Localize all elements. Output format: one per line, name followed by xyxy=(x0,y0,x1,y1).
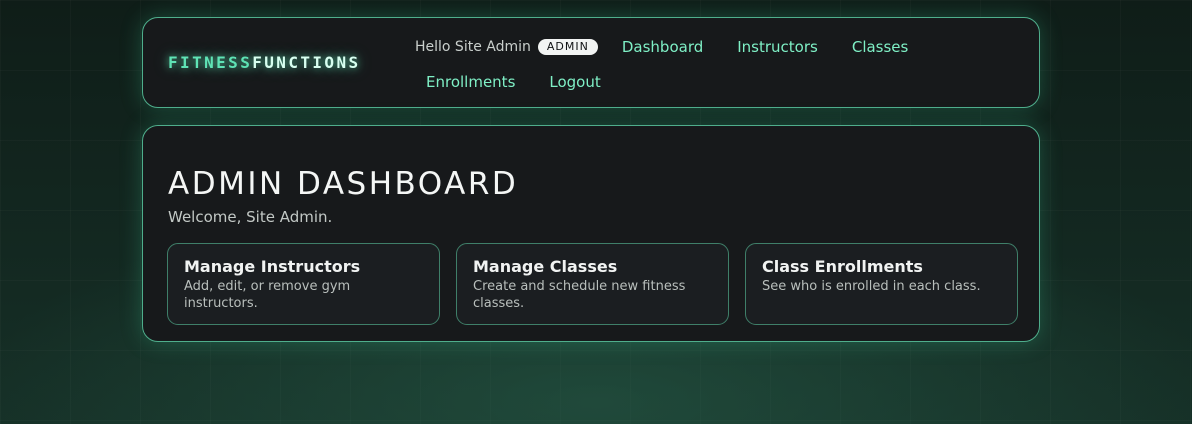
top-navbar: FITNESSFUNCTIONS Hello Site Admin ADMIN … xyxy=(142,17,1040,108)
nav-link-enrollments[interactable]: Enrollments xyxy=(426,73,515,91)
brand-logo-part2: FUNCTIONS xyxy=(252,53,361,72)
nav-link-logout[interactable]: Logout xyxy=(549,73,600,91)
page-title: ADMIN DASHBOARD xyxy=(168,166,519,202)
brand-logo[interactable]: FITNESSFUNCTIONS xyxy=(168,53,361,72)
user-greeting: Hello Site Admin xyxy=(415,39,531,55)
card-manage-instructors[interactable]: Manage Instructors Add, edit, or remove … xyxy=(167,243,440,325)
card-title: Manage Classes xyxy=(473,257,618,276)
brand-logo-part1: FITNESS xyxy=(168,53,253,72)
nav-link-classes[interactable]: Classes xyxy=(852,38,909,56)
nav-link-instructors[interactable]: Instructors xyxy=(737,38,818,56)
card-manage-classes[interactable]: Manage Classes Create and schedule new f… xyxy=(456,243,729,325)
card-title: Class Enrollments xyxy=(762,257,923,276)
role-badge: ADMIN xyxy=(537,39,598,55)
dashboard-cards: Manage Instructors Add, edit, or remove … xyxy=(167,243,1018,325)
card-title: Manage Instructors xyxy=(184,257,361,276)
card-class-enrollments[interactable]: Class Enrollments See who is enrolled in… xyxy=(745,243,1018,325)
nav-row-secondary: Enrollments Logout xyxy=(426,72,601,92)
nav-link-dashboard[interactable]: Dashboard xyxy=(622,38,703,56)
card-description: Add, edit, or remove gym instructors. xyxy=(184,279,351,311)
dashboard-panel: ADMIN DASHBOARD Welcome, Site Admin. Man… xyxy=(142,125,1040,342)
nav-row-primary: Hello Site Admin ADMIN Dashboard Instruc… xyxy=(415,37,908,57)
card-description: Create and schedule new fitness classes. xyxy=(473,279,686,311)
card-description: See who is enrolled in each class. xyxy=(762,279,981,294)
welcome-message: Welcome, Site Admin. xyxy=(168,208,333,226)
